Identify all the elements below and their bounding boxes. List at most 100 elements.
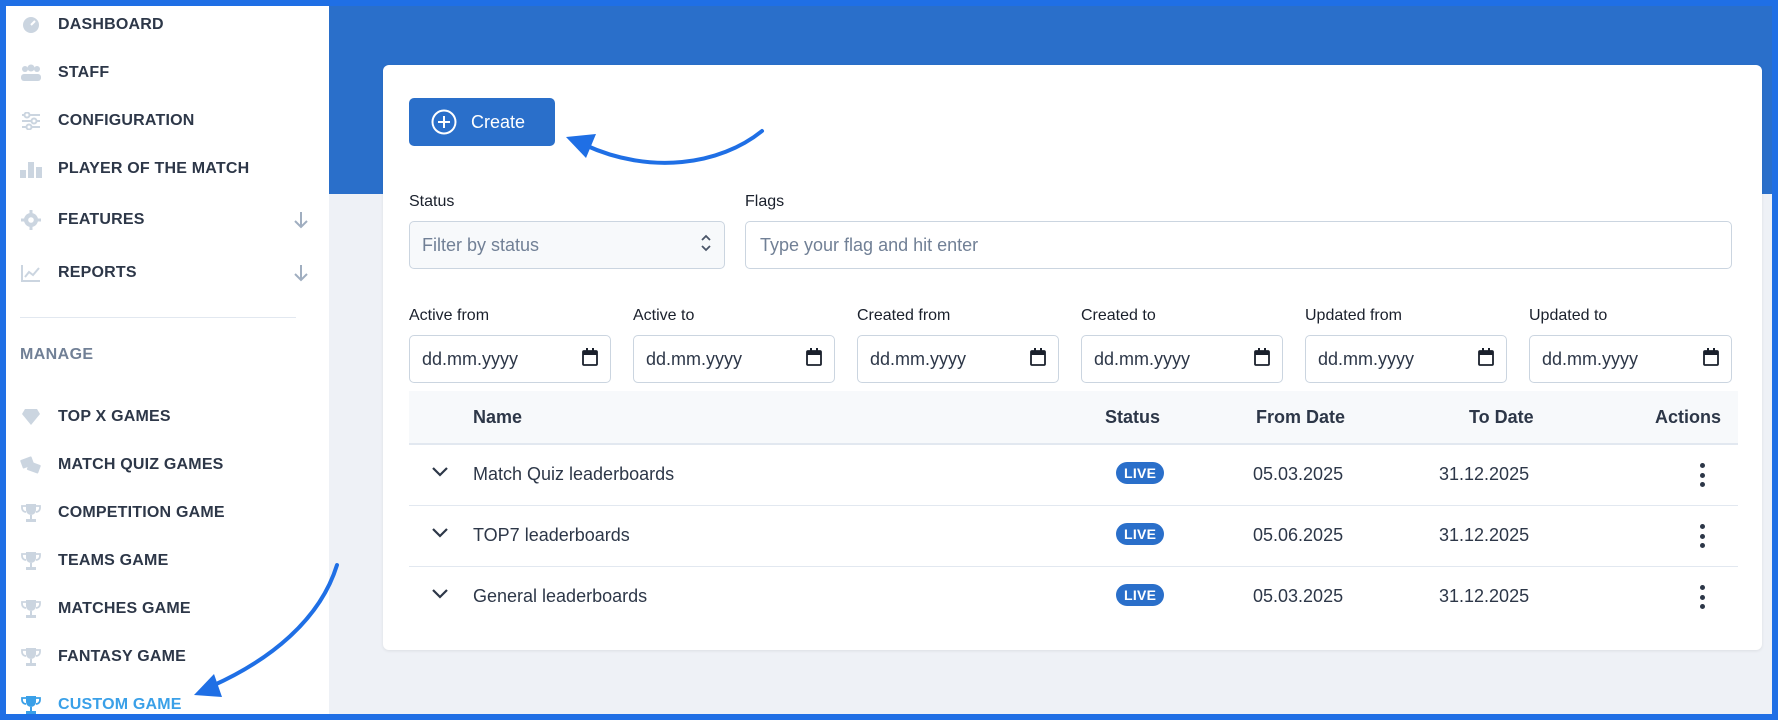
date-placeholder: dd.mm.yyyy — [646, 348, 743, 369]
flags-field[interactable] — [745, 221, 1732, 269]
sidebar-item-match-quiz-games[interactable]: MATCH QUIZ GAMES — [20, 450, 310, 480]
active-from-label: Active from — [409, 307, 490, 324]
more-actions-icon[interactable] — [1692, 461, 1712, 489]
trophy-icon — [20, 695, 42, 714]
flags-filter-label: Flags — [745, 193, 785, 210]
sidebar-item-label: DASHBOARD — [58, 16, 164, 33]
date-placeholder: dd.mm.yyyy — [422, 348, 519, 369]
trophy-icon — [20, 647, 42, 667]
status-badge: LIVE — [1116, 523, 1165, 545]
table-row[interactable]: Match Quiz leaderboards LIVE 05.03.2025 … — [409, 445, 1738, 506]
row-name: General leaderboards — [473, 586, 648, 606]
users-icon — [20, 63, 42, 83]
sidebar-item-dashboard[interactable]: DASHBOARD — [20, 10, 310, 40]
active-to-input[interactable]: dd.mm.yyyy — [633, 335, 835, 383]
sidebar-item-fantasy-game[interactable]: FANTASY GAME — [20, 642, 310, 672]
sidebar: DASHBOARD STAFF CONFIGURATION PLAYER OF … — [6, 6, 329, 714]
tickets-icon — [20, 455, 42, 475]
app-window: DASHBOARD STAFF CONFIGURATION PLAYER OF … — [6, 6, 1772, 714]
sidebar-item-label: CONFIGURATION — [58, 112, 195, 129]
updated-to-label: Updated to — [1529, 307, 1608, 324]
status-select-placeholder: Filter by status — [422, 234, 540, 255]
more-actions-icon[interactable] — [1692, 522, 1712, 550]
sidebar-item-reports[interactable]: REPORTS — [20, 258, 310, 288]
created-from-label: Created from — [857, 307, 951, 324]
column-header-to-date[interactable]: To Date — [1469, 407, 1534, 428]
sidebar-item-label: STAFF — [58, 64, 110, 81]
chevron-down-icon[interactable] — [431, 526, 449, 544]
sidebar-divider — [20, 317, 296, 318]
status-badge: LIVE — [1116, 584, 1165, 606]
sidebar-item-custom-game[interactable]: CUSTOM GAME — [20, 690, 310, 714]
sliders-icon — [20, 111, 42, 131]
sidebar-item-teams-game[interactable]: TEAMS GAME — [20, 546, 310, 576]
row-from-date: 05.03.2025 — [1253, 464, 1344, 484]
sidebar-item-staff[interactable]: STAFF — [20, 58, 310, 88]
flags-input[interactable] — [758, 233, 1719, 257]
select-caret-icon — [700, 232, 712, 259]
games-table: Name Status From Date To Date Actions Ma… — [409, 391, 1738, 627]
create-button[interactable]: Create — [409, 98, 555, 146]
trophy-icon — [20, 599, 42, 619]
calendar-icon[interactable] — [1703, 347, 1719, 371]
row-to-date: 31.12.2025 — [1439, 586, 1530, 606]
more-actions-icon[interactable] — [1692, 583, 1712, 611]
column-header-actions: Actions — [1655, 407, 1722, 427]
updated-from-input[interactable]: dd.mm.yyyy — [1305, 335, 1507, 383]
arrow-down-icon[interactable] — [292, 210, 310, 235]
sidebar-item-label: MATCH QUIZ GAMES — [58, 456, 224, 473]
column-header-status[interactable]: Status — [1105, 407, 1160, 428]
table-row[interactable]: General leaderboards LIVE 05.03.2025 31.… — [409, 567, 1738, 627]
chevron-down-icon[interactable] — [431, 465, 449, 483]
created-to-input[interactable]: dd.mm.yyyy — [1081, 335, 1283, 383]
trophy-icon — [20, 503, 42, 523]
row-name: Match Quiz leaderboards — [473, 464, 675, 484]
sidebar-item-competition-game[interactable]: COMPETITION GAME — [20, 498, 310, 528]
calendar-icon[interactable] — [1254, 347, 1270, 371]
sidebar-item-configuration[interactable]: CONFIGURATION — [20, 106, 310, 136]
active-to-label: Active to — [633, 307, 695, 324]
row-to-date: 31.12.2025 — [1439, 464, 1530, 484]
row-from-date: 05.03.2025 — [1253, 586, 1344, 606]
sidebar-item-label: FANTASY GAME — [58, 648, 187, 665]
table-row[interactable]: TOP7 leaderboards LIVE 05.06.2025 31.12.… — [409, 506, 1738, 567]
column-header-name[interactable]: Name — [473, 407, 522, 428]
trophy-icon — [20, 551, 42, 571]
date-placeholder: dd.mm.yyyy — [1318, 348, 1415, 369]
sidebar-item-matches-game[interactable]: MATCHES GAME — [20, 594, 310, 624]
calendar-icon[interactable] — [806, 347, 822, 371]
chart-line-icon — [20, 263, 42, 283]
calendar-icon[interactable] — [1478, 347, 1494, 371]
updated-from-label: Updated from — [1305, 307, 1402, 324]
updated-to-input[interactable]: dd.mm.yyyy — [1529, 335, 1732, 383]
sidebar-item-top-x-games[interactable]: TOP X GAMES — [20, 402, 310, 432]
chevron-down-icon[interactable] — [431, 587, 449, 605]
sidebar-item-player-of-the-match[interactable]: PLAYER OF THE MATCH — [20, 154, 310, 184]
active-from-input[interactable]: dd.mm.yyyy — [409, 335, 611, 383]
row-name: TOP7 leaderboards — [473, 525, 630, 545]
sidebar-item-label: TOP X GAMES — [58, 408, 171, 425]
calendar-icon[interactable] — [1030, 347, 1046, 371]
status-select[interactable]: Filter by status — [409, 221, 725, 269]
column-header-from-date[interactable]: From Date — [1256, 407, 1345, 428]
main-card: Create Status Filter by status Flags Act… — [383, 65, 1762, 650]
sidebar-item-label: REPORTS — [58, 264, 137, 281]
podium-icon — [20, 159, 42, 179]
sidebar-item-label: MATCHES GAME — [58, 600, 191, 617]
sidebar-item-label: FEATURES — [58, 211, 145, 228]
date-placeholder: dd.mm.yyyy — [1094, 348, 1191, 369]
gear-icon — [20, 210, 42, 230]
sidebar-item-features[interactable]: FEATURES — [20, 205, 310, 235]
sidebar-item-label: PLAYER OF THE MATCH — [58, 160, 250, 177]
sidebar-item-label: CUSTOM GAME — [58, 696, 182, 713]
created-from-input[interactable]: dd.mm.yyyy — [857, 335, 1059, 383]
section-heading-manage: MANAGE — [20, 346, 94, 363]
plus-circle-icon — [431, 109, 457, 135]
status-badge: LIVE — [1116, 462, 1165, 484]
calendar-icon[interactable] — [582, 347, 598, 371]
table-header: Name Status From Date To Date Actions — [409, 391, 1738, 445]
date-placeholder: dd.mm.yyyy — [1542, 348, 1639, 369]
date-placeholder: dd.mm.yyyy — [870, 348, 967, 369]
arrow-down-icon[interactable] — [292, 263, 310, 288]
status-filter-label: Status — [409, 193, 455, 210]
